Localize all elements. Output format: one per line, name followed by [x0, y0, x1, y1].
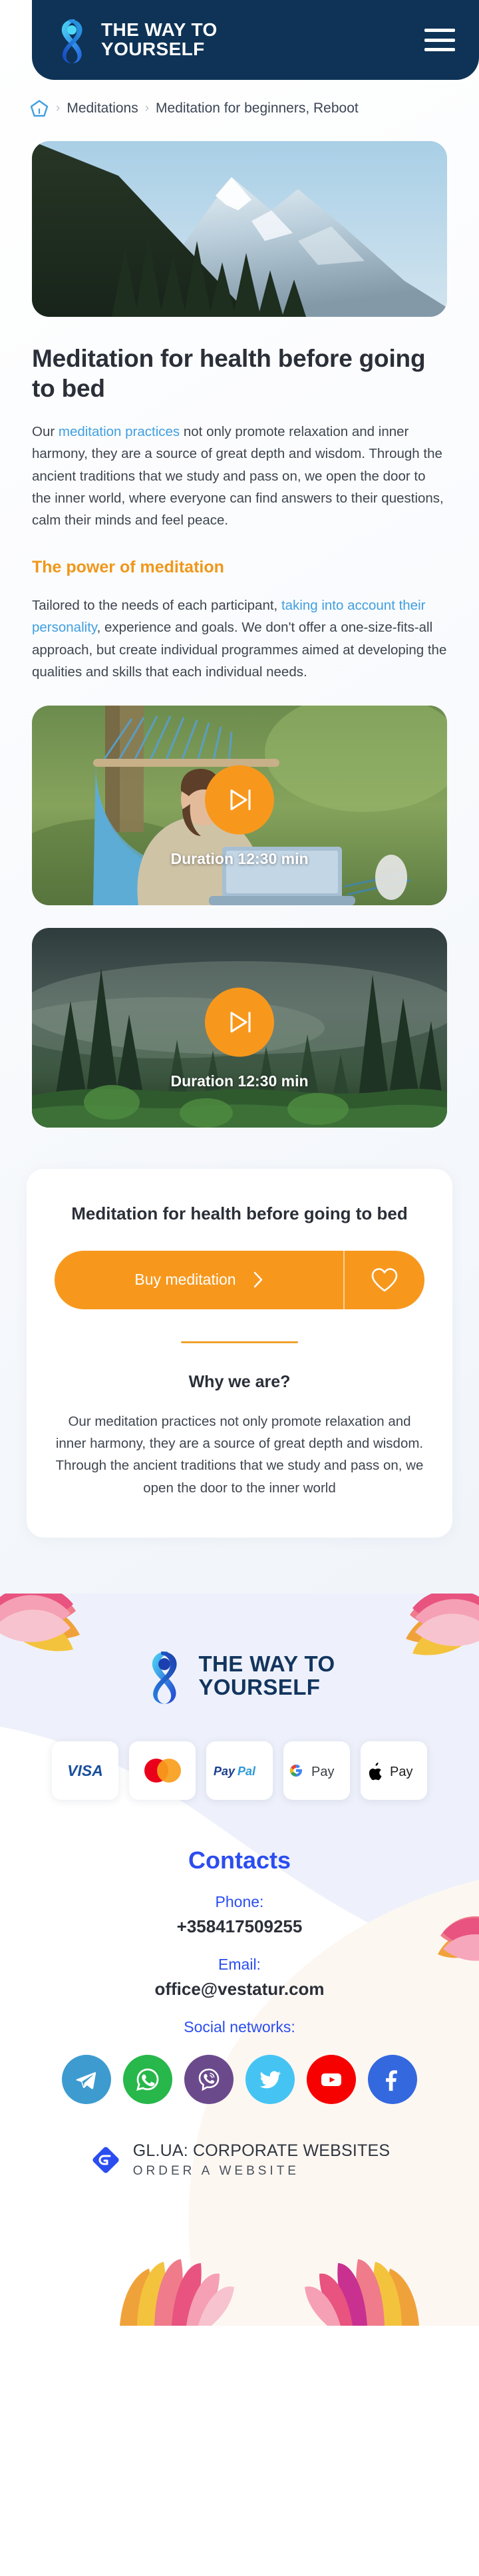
ribbon-person-logo-icon	[152, 1651, 178, 1704]
section-divider	[181, 1341, 298, 1343]
footer-content: THE WAY TO YOURSELF VISA Pay Pal Pay Pay…	[0, 1594, 479, 2179]
twitter-icon	[259, 2071, 281, 2089]
telegram-icon	[76, 2071, 96, 2089]
mountain-forest-illustration	[32, 141, 447, 317]
svg-text:Pay: Pay	[390, 1765, 412, 1779]
footer-credit-sub: ORDER A WEBSITE	[132, 2163, 299, 2178]
play-button[interactable]	[205, 987, 274, 1057]
social-link-viber[interactable]	[184, 2054, 234, 2104]
footer-credit-main: GL.UA: CORPORATE WEBSITES	[132, 2141, 391, 2160]
brand-wordmark: THE WAY TO YOURSELF	[101, 21, 218, 59]
visa-icon: VISA	[67, 1762, 103, 1779]
social-link-whatsapp[interactable]	[123, 2054, 172, 2104]
social-links	[0, 2054, 479, 2104]
add-to-favorites-button[interactable]	[345, 1251, 424, 1309]
article-body: Meditation for health before going to be…	[0, 343, 479, 683]
payment-badge-paypal[interactable]: Pay Pal	[206, 1741, 273, 1800]
viber-icon	[198, 2068, 220, 2091]
payment-badge-apple-pay[interactable]: Pay	[361, 1741, 427, 1800]
phone-value[interactable]: +358417509255	[0, 1916, 479, 1937]
email-value[interactable]: office@vestatur.com	[0, 1979, 479, 2000]
social-networks-label: Social networks:	[184, 2018, 295, 2036]
footer-brand-line-1: THE WAY TO	[198, 1651, 335, 1677]
social-link-twitter[interactable]	[245, 2054, 295, 2104]
ribbon-person-logo-icon	[61, 19, 82, 63]
chevron-right-icon	[253, 1272, 262, 1288]
page-title: Meditation for health before going to be…	[32, 345, 426, 403]
heart-outline-icon	[371, 1268, 398, 1292]
video-duration-label: Duration 12:30 min	[170, 1072, 309, 1090]
payment-badge-google-pay[interactable]: Pay	[283, 1741, 350, 1800]
paypal-icon: Pay Pal	[214, 1765, 256, 1778]
email-label: Email:	[218, 1955, 261, 1973]
buy-meditation-button[interactable]: Buy meditation	[55, 1250, 345, 1309]
why-we-are-title: Why we are?	[188, 1372, 291, 1391]
phone-label: Phone:	[215, 1892, 264, 1910]
article-paragraph-1: Our meditation practices not only promot…	[32, 421, 447, 531]
home-icon[interactable]	[29, 99, 49, 118]
page-root: THE WAY TO YOURSELF › Meditations › Medi…	[0, 0, 479, 2326]
brand-line-2: YOURSELF	[101, 39, 205, 59]
article-paragraph-2: Tailored to the needs of each participan…	[32, 594, 447, 683]
whatsapp-icon	[136, 2068, 159, 2091]
hamburger-menu-icon[interactable]	[424, 29, 455, 51]
play-next-icon	[230, 789, 251, 811]
site-footer: THE WAY TO YOURSELF VISA Pay Pal Pay Pay…	[0, 1593, 479, 2326]
why-we-are-text: Our meditation practices not only promot…	[55, 1413, 424, 1496]
article-subheading: The power of meditation	[32, 558, 224, 577]
social-link-telegram[interactable]	[62, 2054, 111, 2104]
hamburger-bar	[424, 29, 455, 32]
svg-text:VISA: VISA	[67, 1762, 103, 1779]
youtube-icon	[321, 2073, 341, 2086]
p2-before: Tailored to the needs of each participan…	[32, 598, 281, 614]
buy-button-label: Buy meditation	[134, 1271, 236, 1289]
svg-text:Pay: Pay	[311, 1765, 334, 1779]
play-next-icon	[230, 1012, 251, 1033]
play-button[interactable]	[205, 765, 274, 835]
buy-card-title: Meditation for health before going to be…	[71, 1203, 408, 1224]
breadcrumb-item-meditations[interactable]: Meditations	[67, 101, 138, 116]
footer-brand-logo[interactable]: THE WAY TO YOURSELF	[0, 1645, 479, 1707]
footer-credit-text: GL.UA: CORPORATE WEBSITES ORDER A WEBSIT…	[133, 2141, 391, 2179]
link-meditation-practices[interactable]: meditation practices	[59, 424, 180, 439]
p1-after: not only promote relaxation and inner ha…	[32, 424, 444, 529]
social-link-facebook[interactable]	[368, 2054, 417, 2104]
social-link-youtube[interactable]	[307, 2054, 356, 2104]
hero-image	[32, 141, 447, 317]
bottom-lotus-decoration-icon	[120, 2258, 419, 2326]
buy-meditation-card: Meditation for health before going to be…	[27, 1169, 452, 1538]
facebook-icon	[386, 2069, 397, 2091]
brand-line-1: THE WAY TO	[101, 19, 218, 41]
site-header: THE WAY TO YOURSELF	[32, 0, 479, 80]
svg-text:Pal: Pal	[238, 1765, 256, 1778]
breadcrumb-separator: ›	[56, 101, 61, 115]
video-duration-label: Duration 12:30 min	[170, 850, 309, 868]
hamburger-bar	[424, 38, 455, 42]
payment-badge-visa[interactable]: VISA	[52, 1741, 118, 1800]
breadcrumb-item-current: Meditation for beginners, Reboot	[156, 101, 359, 116]
p1-before: Our	[32, 424, 59, 440]
video-card[interactable]: Duration 12:30 min	[32, 706, 447, 906]
footer-brand-wordmark: THE WAY TO YOURSELF	[198, 1653, 335, 1699]
buy-action-row: Buy meditation	[55, 1250, 424, 1309]
contacts-heading: Contacts	[188, 1846, 291, 1874]
mastercard-icon	[144, 1758, 181, 1783]
hamburger-bar	[424, 48, 455, 51]
breadcrumb: › Meditations › Meditation for beginners…	[0, 80, 479, 118]
payment-methods: VISA Pay Pal Pay Pay	[0, 1741, 479, 1800]
footer-credit[interactable]: GL.UA: CORPORATE WEBSITES ORDER A WEBSIT…	[0, 2141, 479, 2179]
brand-logo[interactable]: THE WAY TO YOURSELF	[55, 15, 218, 65]
footer-brand-line-2: YOURSELF	[198, 1674, 321, 1699]
video-card[interactable]: Duration 12:30 min	[32, 928, 447, 1128]
google-pay-icon: Pay	[290, 1765, 334, 1779]
svg-text:Pay: Pay	[214, 1765, 236, 1778]
payment-badge-mastercard[interactable]	[129, 1741, 196, 1800]
gl-ua-logo-icon	[92, 2147, 119, 2173]
apple-pay-icon: Pay	[369, 1762, 412, 1780]
breadcrumb-separator: ›	[144, 101, 150, 115]
